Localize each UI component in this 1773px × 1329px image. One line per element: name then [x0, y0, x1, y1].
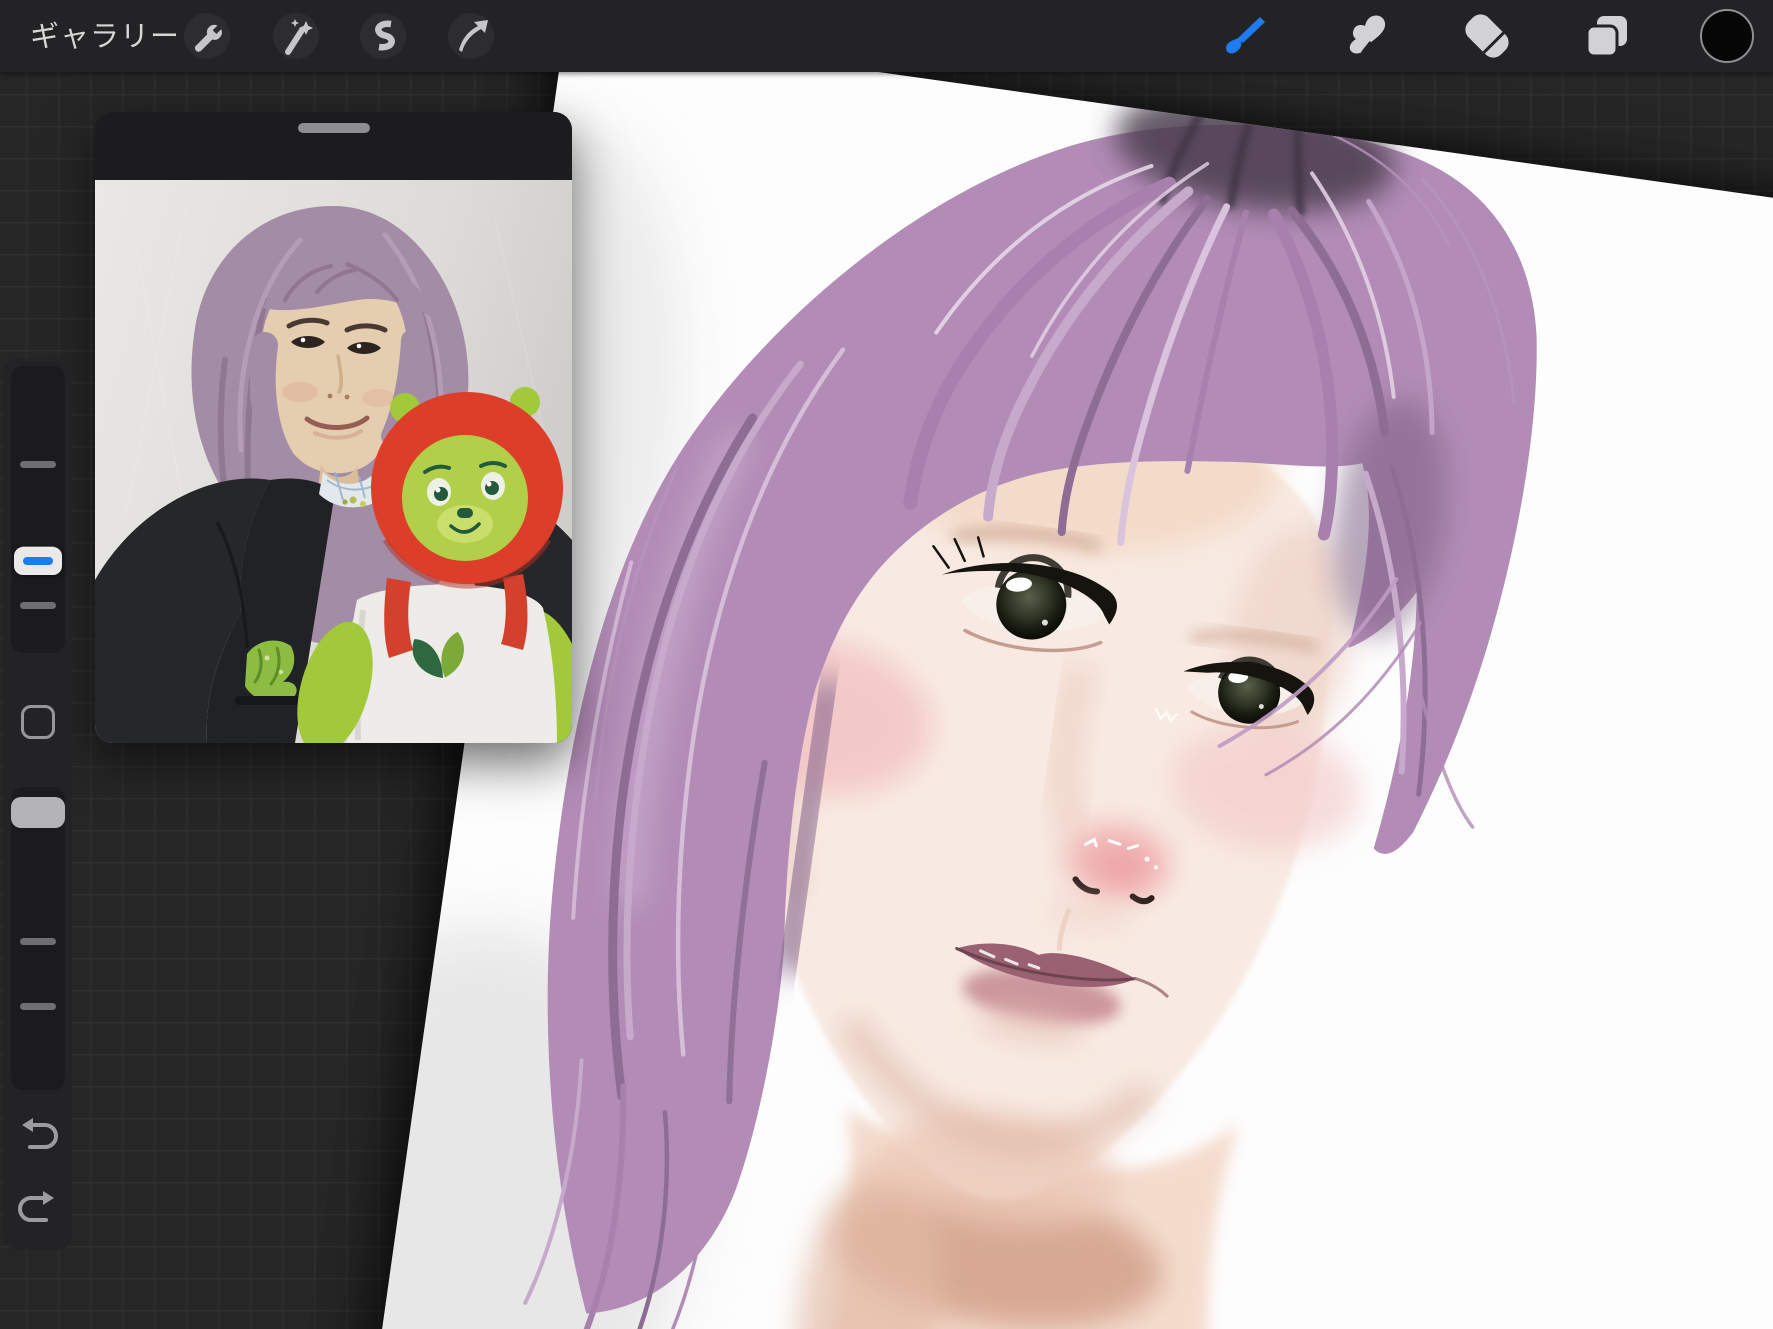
size-slider-tick — [20, 602, 56, 609]
brush-size-slider[interactable] — [11, 366, 65, 653]
brush-opacity-handle[interactable] — [11, 797, 65, 828]
reference-image-window[interactable] — [95, 112, 572, 743]
color-swatch-button[interactable] — [1700, 9, 1754, 63]
brush-opacity-slider[interactable] — [11, 787, 65, 1090]
reference-window-titlebar[interactable] — [95, 112, 572, 180]
size-slider-tick — [20, 461, 56, 468]
transform-button[interactable] — [448, 13, 494, 59]
reference-drag-handle[interactable] — [297, 123, 370, 133]
redo-button[interactable] — [17, 1187, 59, 1229]
top-toolbar: ギャラリー — [0, 0, 1773, 72]
erase-tool-button[interactable] — [1463, 12, 1511, 60]
paintbrush-icon — [1226, 17, 1265, 54]
reference-photo — [95, 180, 572, 743]
transform-arrow-icon — [459, 20, 488, 52]
undo-arrow-icon — [21, 1118, 58, 1149]
smudge-finger-icon — [1349, 15, 1386, 54]
brush-size-handle[interactable] — [13, 547, 62, 575]
selection-button[interactable] — [360, 13, 406, 59]
eraser-icon — [1465, 14, 1509, 58]
actions-button[interactable] — [184, 13, 230, 59]
gallery-button[interactable]: ギャラリー — [30, 0, 180, 72]
layers-button[interactable] — [1583, 12, 1631, 60]
smudge-tool-button[interactable] — [1343, 12, 1391, 60]
opacity-slider-tick — [20, 938, 56, 945]
paint-tool-button[interactable] — [1223, 12, 1271, 60]
sidebar-slider-panel — [3, 358, 72, 1250]
selection-s-icon — [375, 20, 395, 51]
opacity-slider-tick — [20, 1003, 56, 1010]
modify-button[interactable] — [20, 705, 55, 739]
adjustments-button[interactable] — [273, 13, 319, 59]
procreate-app-window: ギャラリー — [0, 0, 1773, 1329]
wrench-icon — [194, 24, 222, 52]
undo-button[interactable] — [17, 1114, 59, 1156]
layers-icon — [1585, 16, 1627, 58]
magic-wand-icon — [285, 19, 313, 55]
redo-arrow-icon — [17, 1191, 54, 1222]
brush-size-accent-dash — [22, 557, 53, 565]
